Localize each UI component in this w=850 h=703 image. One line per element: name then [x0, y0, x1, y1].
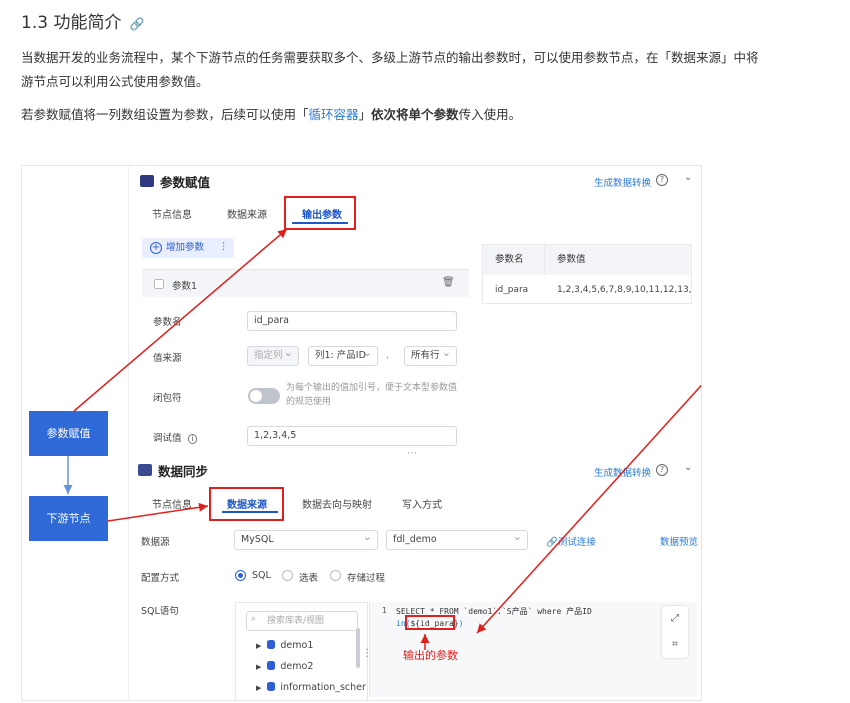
bold-text: 依次将单个参数: [371, 107, 459, 122]
paragraph-text: 」: [358, 107, 372, 122]
paragraph-text: 游节点可以利用公式使用参数值。: [21, 74, 209, 89]
arrow-to-output-tab: [73, 228, 288, 412]
annotation-arrows: [63, 228, 701, 650]
paragraph-text: 若参数赋值将一列数组设置为参数，后续可以使用「: [21, 107, 309, 122]
loop-container-link[interactable]: 循环容器: [309, 107, 359, 122]
paragraph-1-line-1: 当数据开发的业务流程中，某个下游节点的任务需要获取多个、多级上游节点的输出参数时…: [21, 46, 759, 70]
doc-heading: 1.3 功能简介 🔗: [21, 8, 144, 33]
paragraph-1-line-2: 游节点可以利用公式使用参数值。: [21, 70, 209, 94]
arrow-to-source-tab: [107, 502, 209, 522]
link-icon[interactable]: 🔗: [129, 17, 144, 31]
arrow-table-to-sql: [476, 384, 701, 634]
paragraph-text: 传入使用。: [458, 107, 522, 122]
paragraph-2: 若参数赋值将一列数组设置为参数，后续可以使用「循环容器」依次将单个参数传入使用。: [21, 103, 521, 127]
heading-text: 1.3 功能简介: [21, 13, 122, 33]
paragraph-text: 当数据开发的业务流程中，某个下游节点的任务需要获取多个、多级上游节点的输出参数时…: [21, 50, 759, 65]
screenshot-figure: 参数赋值 生成数据转换 ? ⌄ 节点信息 数据来源 输出参数 + 增加参数 ⋮ 参…: [21, 165, 702, 701]
